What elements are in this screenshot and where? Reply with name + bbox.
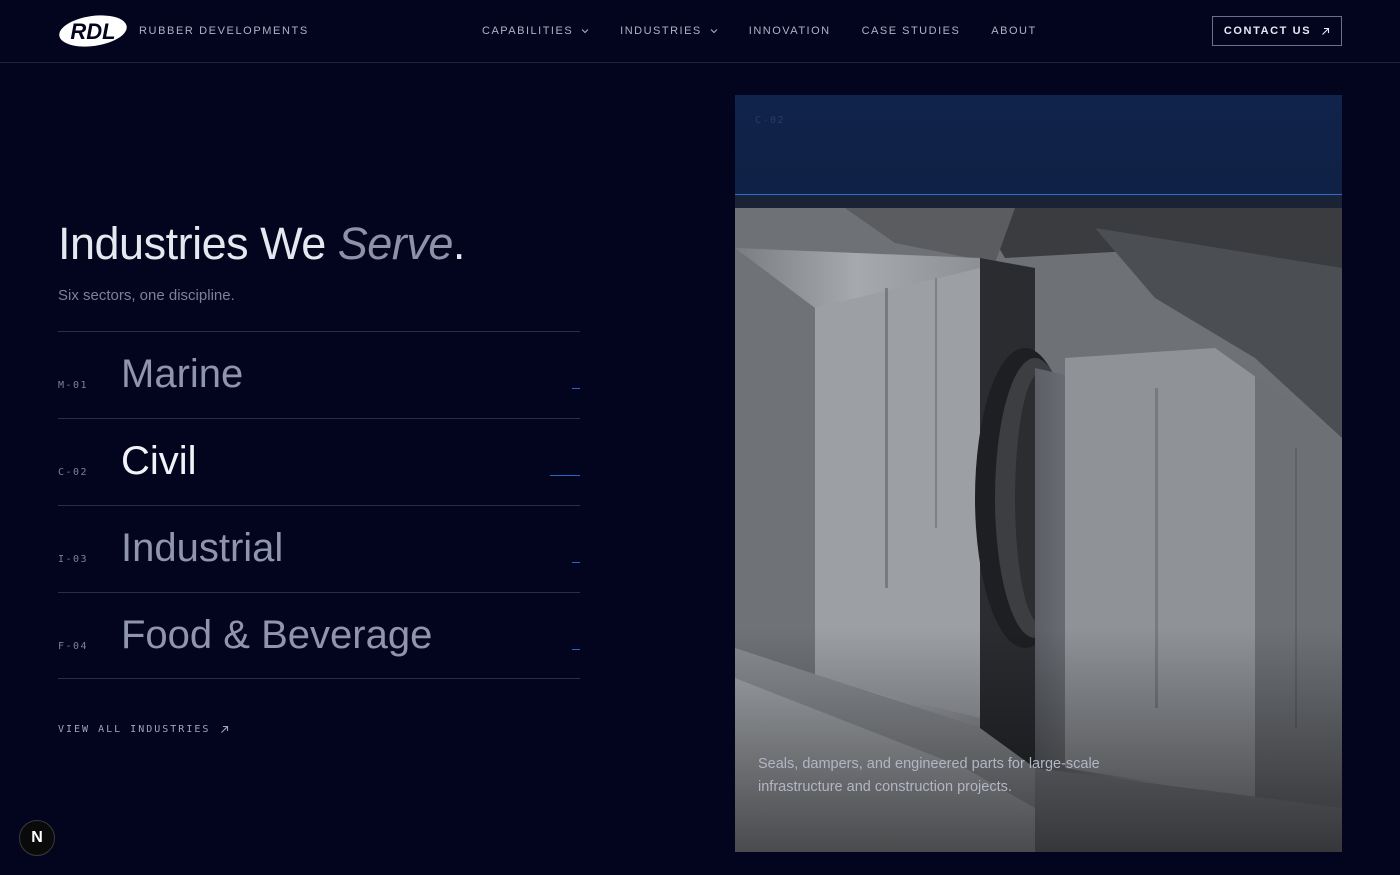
badge-label: N — [31, 829, 43, 846]
industry-list: M-01 Marine C-02 Civil I-03 Industrial F… — [58, 331, 580, 679]
main-nav: CAPABILITIES INDUSTRIES INNOVATION CASE … — [482, 25, 1037, 37]
view-all-label: VIEW ALL INDUSTRIES — [58, 724, 211, 735]
industry-code: I-03 — [58, 554, 89, 565]
contact-us-button[interactable]: CONTACT US — [1212, 16, 1342, 46]
rdl-logo[interactable]: RDL — [58, 14, 128, 48]
chevron-down-icon — [581, 29, 589, 34]
panel-divider — [735, 195, 1342, 208]
title-suffix: . — [452, 218, 466, 269]
nav-about[interactable]: ABOUT — [991, 25, 1036, 37]
brand-name: RUBBER DEVELOPMENTS — [139, 25, 309, 37]
panel-code: C-02 — [755, 115, 786, 126]
industry-name: Food & Beverage — [121, 613, 433, 657]
nav-label: INDUSTRIES — [620, 25, 702, 37]
industry-row-civil[interactable]: C-02 Civil — [58, 418, 580, 505]
nav-case-studies[interactable]: CASE STUDIES — [862, 25, 961, 37]
chevron-down-icon — [710, 29, 718, 34]
title-emphasis: Serve — [337, 218, 454, 269]
nav-capabilities[interactable]: CAPABILITIES — [482, 25, 589, 37]
industry-code: M-01 — [58, 380, 89, 391]
arrow-up-right-icon — [221, 725, 229, 733]
industry-row-food-beverage[interactable]: F-04 Food & Beverage — [58, 592, 580, 679]
nav-label: ABOUT — [991, 25, 1037, 37]
panel-header-overlay: C-02 — [735, 95, 1342, 195]
n-badge-icon[interactable]: N — [19, 820, 55, 856]
page-subtitle: Six sectors, one discipline. — [58, 287, 235, 304]
nav-industries[interactable]: INDUSTRIES — [620, 25, 718, 37]
nav-label: CASE STUDIES — [861, 25, 961, 37]
arrow-up-right-icon — [1322, 27, 1330, 35]
industry-row-industrial[interactable]: I-03 Industrial — [58, 505, 580, 592]
contact-label: CONTACT US — [1223, 25, 1312, 37]
industry-name: Industrial — [121, 526, 284, 570]
title-prefix: Industries We — [58, 218, 338, 269]
industry-code: C-02 — [58, 467, 89, 478]
view-all-industries-link[interactable]: VIEW ALL INDUSTRIES — [58, 724, 229, 735]
row-indicator — [550, 475, 580, 476]
industry-image-panel: C-02 Seals, dampers, and engineered part… — [735, 95, 1342, 852]
industry-name: Civil — [121, 439, 197, 483]
site-header: RDL RUBBER DEVELOPMENTS CAPABILITIES IND… — [0, 0, 1400, 63]
logo-text: RDL — [70, 19, 115, 44]
panel-caption: Seals, dampers, and engineered parts for… — [758, 756, 1100, 795]
page-title: Industries We Serve. — [58, 218, 465, 270]
nav-innovation[interactable]: INNOVATION — [749, 25, 831, 37]
nav-label: CAPABILITIES — [482, 25, 574, 37]
nav-label: INNOVATION — [748, 25, 831, 37]
row-indicator — [572, 562, 580, 563]
industry-name: Marine — [121, 352, 244, 396]
row-indicator — [572, 649, 580, 650]
industry-code: F-04 — [58, 641, 89, 652]
industry-row-marine[interactable]: M-01 Marine — [58, 331, 580, 418]
row-indicator — [572, 388, 580, 389]
